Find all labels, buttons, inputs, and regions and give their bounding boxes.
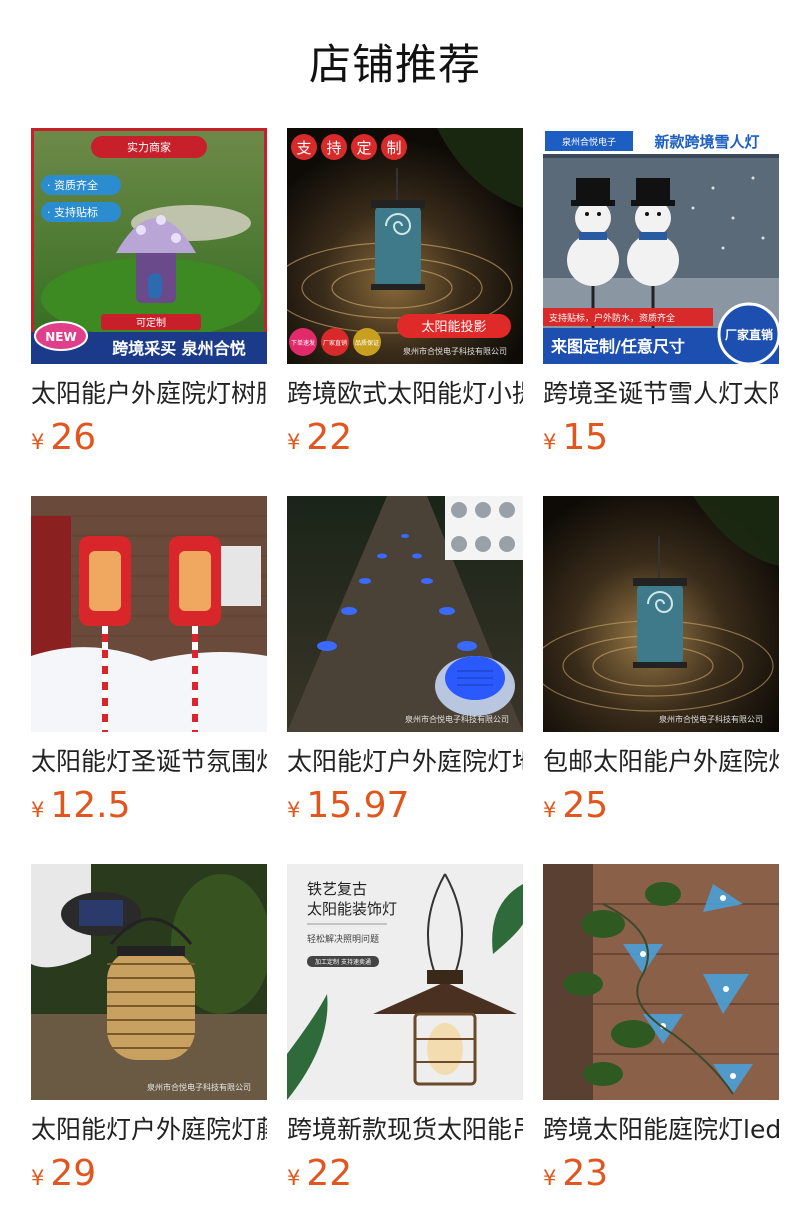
watermark-text: 泉州市合悦电子科技有限公司 [659, 714, 763, 724]
currency-symbol: ¥ [287, 430, 301, 454]
price-value: 23 [562, 1153, 609, 1194]
tag-text: · 支持贴标 [47, 205, 98, 219]
product-price: ¥22 [287, 1152, 352, 1196]
bottom-banner-text: 跨境采买 泉州合悦 [112, 339, 246, 358]
product-name[interactable]: 太阳能户外庭院灯树脂蘑菇屋 [31, 378, 267, 410]
product-name[interactable]: 跨境圣诞节雪人灯太阳能 [543, 378, 779, 410]
promo-title: 铁艺复古 [307, 880, 367, 898]
product-image[interactable]: 泉州市合悦电子科技有限公司 [31, 864, 267, 1100]
product-image[interactable] [31, 496, 267, 732]
product-name[interactable]: 跨境太阳能庭院灯led花灯 [543, 1114, 779, 1146]
product-price: ¥12.5 [31, 784, 131, 828]
product-card[interactable]: 铁艺复古 太阳能装饰灯 轻松解决照明问题 加工定制 支持速卖通 跨境新款现货太阳… [287, 864, 523, 1194]
badge-mid-text: 可定制 [136, 316, 166, 329]
product-name[interactable]: 跨境欧式太阳能灯小提灯 [287, 378, 523, 410]
product-price: ¥25 [543, 784, 608, 828]
currency-symbol: ¥ [287, 1166, 301, 1190]
product-card[interactable]: 泉州市合悦电子科技有限公司 包邮太阳能户外庭院灯 ¥25 [543, 496, 779, 826]
strip-text: 支持贴标，户外防水，资质齐全 [549, 312, 675, 324]
page-title: 店铺推荐 [308, 40, 481, 89]
product-card[interactable]: 泉州市合悦电子科技有限公司 太阳能灯户外庭院灯藤编 ¥29 [31, 864, 267, 1194]
promo-tag: 加工定制 支持速卖通 [315, 958, 371, 966]
product-price: ¥23 [543, 1152, 608, 1196]
product-name[interactable]: 包邮太阳能户外庭院灯 [543, 746, 779, 778]
currency-symbol: ¥ [287, 798, 301, 822]
promo-subtitle: 轻松解决照明问题 [307, 933, 379, 945]
price-value: 15.97 [306, 785, 410, 826]
product-price: ¥22 [287, 416, 352, 460]
badge-top-text: 实力商家 [127, 140, 171, 154]
product-name[interactable]: 跨境新款现货太阳能吊灯 [287, 1114, 523, 1146]
currency-symbol: ¥ [31, 1166, 45, 1190]
overlay-char: 支 [296, 139, 311, 157]
product-name[interactable]: 太阳能灯户外庭院灯藤编 [31, 1114, 267, 1146]
currency-symbol: ¥ [543, 798, 557, 822]
product-price: ¥15.97 [287, 784, 409, 828]
product-card[interactable]: 太阳能灯圣诞节氛围灯 ¥12.5 [31, 496, 267, 826]
seal-text: 下单速发 [291, 339, 315, 347]
banner-text: 太阳能投影 [421, 319, 486, 335]
product-card[interactable]: 支 持 定 制 太阳能投影 下单速发 厂家直销 品质保证 泉州市合悦电子科技有限… [287, 128, 523, 458]
overlay-char: 定 [356, 139, 371, 157]
product-image[interactable] [543, 864, 779, 1100]
product-card[interactable]: 实力商家 · 资质齐全 · 支持贴标 可定制 NEW 跨境采买 泉州合悦 太阳能… [31, 128, 267, 458]
product-image[interactable]: 支 持 定 制 太阳能投影 下单速发 厂家直销 品质保证 泉州市合悦电子科技有限… [287, 128, 523, 364]
currency-symbol: ¥ [31, 430, 45, 454]
product-card[interactable]: 泉州市合悦电子科技有限公司 太阳能灯户外庭院灯地埋灯 ¥15.97 [287, 496, 523, 826]
price-value: 22 [306, 417, 353, 458]
watermark-text: 泉州市合悦电子科技有限公司 [403, 346, 507, 356]
product-name[interactable]: 太阳能灯圣诞节氛围灯 [31, 746, 267, 778]
price-value: 26 [50, 417, 97, 458]
price-value: 15 [562, 417, 609, 458]
seal-text: 品质保证 [355, 339, 379, 347]
promo-title: 太阳能装饰灯 [307, 900, 397, 918]
price-value: 29 [50, 1153, 97, 1194]
product-image[interactable]: 实力商家 · 资质齐全 · 支持贴标 可定制 NEW 跨境采买 泉州合悦 [31, 128, 267, 364]
product-card[interactable]: 泉州合悦电子 新款跨境雪人灯 支持贴标，户外防水，资质齐全 来图定制/任意尺寸 … [543, 128, 779, 458]
price-value: 12.5 [50, 785, 131, 826]
overlay-char: 持 [326, 139, 341, 157]
seal-text: 厂家直销 [323, 339, 347, 347]
brand-text: 泉州合悦电子 [562, 136, 616, 148]
currency-symbol: ¥ [543, 1166, 557, 1190]
currency-symbol: ¥ [31, 798, 45, 822]
new-badge-text: NEW [45, 330, 76, 344]
overlay-char: 制 [386, 139, 401, 157]
watermark-text: 泉州市合悦电子科技有限公司 [405, 714, 509, 724]
currency-symbol: ¥ [543, 430, 557, 454]
product-name[interactable]: 太阳能灯户外庭院灯地埋灯 [287, 746, 523, 778]
headline-text: 新款跨境雪人灯 [654, 133, 759, 151]
bottom-text: 来图定制/任意尺寸 [550, 337, 685, 356]
price-value: 22 [306, 1153, 353, 1194]
product-grid: 实力商家 · 资质齐全 · 支持贴标 可定制 NEW 跨境采买 泉州合悦 太阳能… [31, 128, 779, 1194]
price-value: 25 [562, 785, 609, 826]
tag-text: · 资质齐全 [47, 178, 98, 192]
product-card[interactable]: 跨境太阳能庭院灯led花灯 ¥23 [543, 864, 779, 1194]
product-image[interactable]: 铁艺复古 太阳能装饰灯 轻松解决照明问题 加工定制 支持速卖通 [287, 864, 523, 1100]
product-price: ¥29 [31, 1152, 96, 1196]
watermark-text: 泉州市合悦电子科技有限公司 [147, 1082, 251, 1092]
product-image[interactable]: 泉州合悦电子 新款跨境雪人灯 支持贴标，户外防水，资质齐全 来图定制/任意尺寸 … [543, 128, 779, 364]
badge-text: 厂家直销 [725, 327, 773, 342]
product-image[interactable]: 泉州市合悦电子科技有限公司 [543, 496, 779, 732]
product-price: ¥26 [31, 416, 96, 460]
product-image[interactable]: 泉州市合悦电子科技有限公司 [287, 496, 523, 732]
product-price: ¥15 [543, 416, 608, 460]
